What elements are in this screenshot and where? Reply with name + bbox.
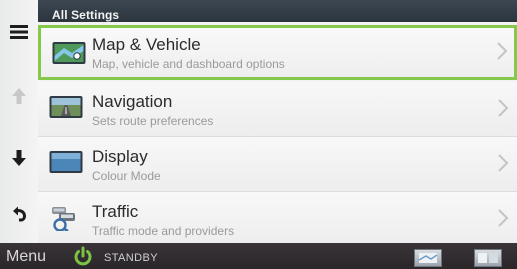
map-view-button[interactable] <box>414 249 442 267</box>
menu-link[interactable]: Menu <box>6 248 46 266</box>
scroll-down-button[interactable] <box>0 136 38 180</box>
list-item-subtitle: Colour Mode <box>92 169 161 183</box>
arrow-down-icon <box>12 150 26 166</box>
header-bar: All Settings <box>38 0 517 22</box>
split-view-button[interactable] <box>474 249 502 267</box>
chevron-right-icon <box>498 209 509 227</box>
settings-list: Map & Vehicle Map, vehicle and dashboard… <box>38 22 517 247</box>
list-item-subtitle: Sets route preferences <box>92 114 214 128</box>
list-item-display[interactable]: Display Colour Mode <box>38 137 517 192</box>
bottom-bar: Menu STANDBY <box>0 243 517 269</box>
navigation-road-icon <box>49 96 83 118</box>
list-item-map-vehicle[interactable]: Map & Vehicle Map, vehicle and dashboard… <box>38 25 517 80</box>
list-item-title: Traffic <box>92 202 139 221</box>
map-thumbnail-icon <box>418 253 438 263</box>
back-button[interactable] <box>0 192 38 236</box>
display-screen-icon <box>49 151 83 173</box>
standby-label: STANDBY <box>104 252 158 264</box>
list-item-subtitle: Map, vehicle and dashboard options <box>92 57 285 71</box>
list-item-title: Display <box>92 147 148 166</box>
power-standby-icon[interactable] <box>72 245 94 267</box>
map-vehicle-icon <box>52 42 86 64</box>
scroll-up-button[interactable] <box>0 74 38 118</box>
chevron-right-icon <box>498 99 509 117</box>
chevron-right-icon <box>497 42 508 60</box>
list-item-title: Navigation <box>92 92 173 111</box>
list-item-title: Map & Vehicle <box>92 35 201 54</box>
hamburger-menu-icon <box>10 25 28 39</box>
menu-button[interactable] <box>0 10 38 54</box>
chevron-right-icon <box>498 154 509 172</box>
page-title: All Settings <box>52 8 120 22</box>
arrow-up-icon <box>12 88 26 104</box>
traffic-icon <box>52 207 75 231</box>
settings-screen: All Settings Map & Vehicle Map, vehicle … <box>0 0 517 269</box>
left-rail <box>0 0 39 243</box>
list-item-navigation[interactable]: Navigation Sets route preferences <box>38 82 517 137</box>
back-arrow-icon <box>13 206 26 222</box>
list-item-subtitle: Traffic mode and providers <box>92 224 235 238</box>
split-view-icon <box>478 253 498 263</box>
list-item-traffic[interactable]: Traffic Traffic mode and providers <box>38 192 517 247</box>
